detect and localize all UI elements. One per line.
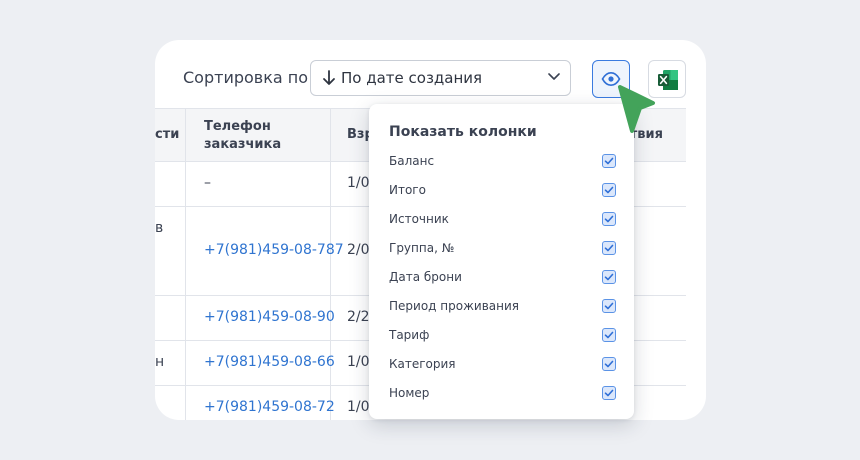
check-icon: [604, 389, 614, 397]
check-icon: [604, 215, 614, 223]
column-option[interactable]: Период проживания: [389, 297, 617, 317]
check-icon: [604, 244, 614, 252]
table-cell-phone[interactable]: +7(981)459-08-72: [204, 399, 335, 415]
column-option-label: Категория: [389, 357, 456, 371]
checkbox[interactable]: [602, 154, 616, 168]
column-option[interactable]: Баланс: [389, 152, 617, 172]
column-header: сти: [155, 127, 180, 142]
column-option[interactable]: Источник: [389, 210, 617, 230]
checkbox[interactable]: [602, 386, 616, 400]
column-divider: [330, 109, 331, 420]
column-option[interactable]: Группа, №: [389, 239, 617, 259]
table-cell: 1/0: [347, 399, 370, 415]
table-cell: н: [155, 354, 165, 370]
table-cell-phone: –: [204, 175, 211, 191]
table-cell-phone[interactable]: +7(981)459-08-787: [204, 242, 344, 258]
column-option-label: Дата брони: [389, 270, 462, 284]
column-option-label: Группа, №: [389, 241, 455, 255]
column-option[interactable]: Категория: [389, 355, 617, 375]
table-cell: 2/2: [347, 309, 370, 325]
check-icon: [604, 331, 614, 339]
column-divider: [185, 109, 186, 420]
check-icon: [604, 302, 614, 310]
checkbox[interactable]: [602, 357, 616, 371]
chevron-down-icon: [548, 73, 560, 80]
column-option[interactable]: Итого: [389, 181, 617, 201]
sort-label: Сортировка по: [183, 68, 309, 87]
check-icon: [604, 186, 614, 194]
checkbox[interactable]: [602, 241, 616, 255]
table-cell-phone[interactable]: +7(981)459-08-90: [204, 309, 335, 325]
table-cell: в: [155, 220, 164, 236]
column-option-label: Баланс: [389, 154, 435, 168]
table-cell-phone[interactable]: +7(981)459-08-66: [204, 354, 335, 370]
column-option-label: Итого: [389, 183, 426, 197]
checkbox[interactable]: [602, 299, 616, 313]
column-option-label: Номер: [389, 386, 430, 400]
popup-title: Показать колонки: [389, 124, 537, 140]
sort-value: По дате создания: [341, 69, 483, 87]
table-cell: 1/0: [347, 175, 370, 191]
check-icon: [604, 273, 614, 281]
check-icon: [604, 157, 614, 165]
checkbox[interactable]: [602, 183, 616, 197]
mouse-cursor-icon: [618, 85, 655, 133]
checkbox[interactable]: [602, 212, 616, 226]
column-header-phone: Телефон заказчика: [204, 119, 282, 152]
column-option[interactable]: Дата брони: [389, 268, 617, 288]
column-option-label: Период проживания: [389, 299, 519, 313]
sort-dropdown[interactable]: По дате создания: [310, 60, 571, 96]
column-option[interactable]: Тариф: [389, 326, 617, 346]
excel-icon: [658, 70, 678, 90]
table-cell: 2/0: [347, 242, 370, 258]
column-option-label: Тариф: [389, 328, 430, 342]
column-option[interactable]: Номер: [389, 384, 617, 404]
checkbox[interactable]: [602, 328, 616, 342]
columns-popup: Показать колонки Баланс Итого Источник Г…: [369, 104, 634, 419]
table-cell: 1/0: [347, 354, 370, 370]
check-icon: [604, 360, 614, 368]
column-option-label: Источник: [389, 212, 449, 226]
checkbox[interactable]: [602, 270, 616, 284]
arrow-down-icon: [323, 70, 335, 85]
